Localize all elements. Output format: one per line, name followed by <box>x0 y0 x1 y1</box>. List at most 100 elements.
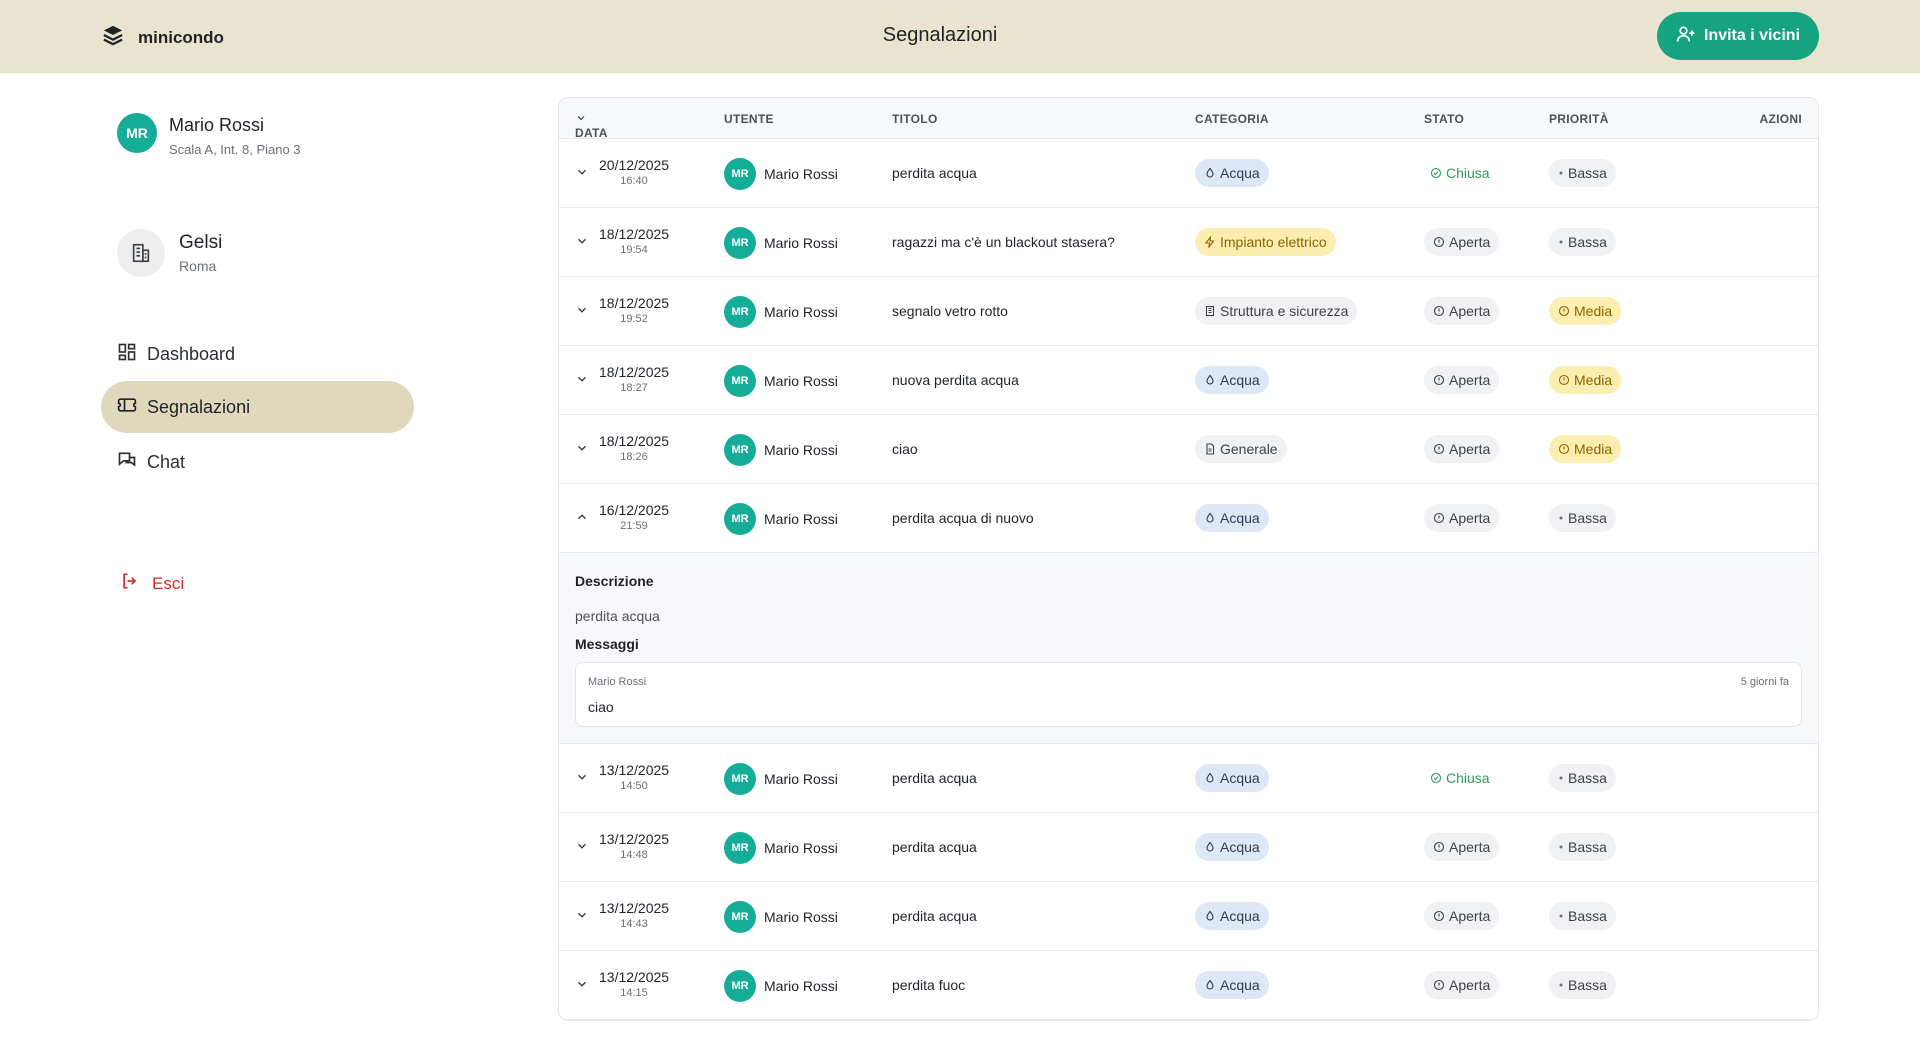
priority-badge: Bassa <box>1549 764 1616 792</box>
chevron-down-icon[interactable] <box>575 234 589 248</box>
column-header-titolo: TITOLO <box>892 112 938 126</box>
user-address: Scala A, Int. 8, Piano 3 <box>169 142 301 157</box>
column-header-utente: UTENTE <box>724 112 774 126</box>
reports-table: DATA UTENTE TITOLO CATEGORIA STATO PRIOR… <box>558 97 1819 1021</box>
row-date: 16/12/2025 21:59 <box>599 502 669 532</box>
logout-label: Esci <box>152 573 185 593</box>
chevron-down-icon[interactable] <box>575 908 589 922</box>
category-badge: Impianto elettrico <box>1195 228 1336 256</box>
row-date: 18/12/2025 19:52 <box>599 295 669 325</box>
category-label: Struttura e sicurezza <box>1220 303 1349 319</box>
row-title: segnalo vetro rotto <box>892 303 1008 319</box>
info-circle-icon <box>1558 443 1570 455</box>
category-label: Acqua <box>1220 977 1260 993</box>
nav-item-dashboard[interactable]: Dashboard <box>101 328 414 380</box>
row-user: MR Mario Rossi <box>724 970 838 1002</box>
column-header-data[interactable]: DATA <box>575 112 607 140</box>
priority-badge: Media <box>1549 297 1622 325</box>
column-header-label: DATA <box>575 126 608 140</box>
chevron-up-icon[interactable] <box>575 510 589 524</box>
invite-neighbors-button[interactable]: Invita i vicini <box>1657 12 1819 60</box>
logout-button[interactable]: Esci <box>120 571 184 596</box>
nav-item-chat[interactable]: Chat <box>101 436 414 488</box>
chevron-down-icon[interactable] <box>575 165 589 179</box>
info-circle-icon <box>1433 841 1445 853</box>
row-user-name: Mario Rossi <box>764 511 838 527</box>
category-badge: Acqua <box>1195 159 1269 187</box>
status-badge: Aperta <box>1424 504 1500 532</box>
table-row[interactable]: 20/12/2025 16:40 MR Mario Rossi perdita … <box>559 139 1818 208</box>
category-label: Acqua <box>1220 372 1260 388</box>
check-circle-icon <box>1430 772 1442 784</box>
row-title: ciao <box>892 441 918 457</box>
chevron-down-icon[interactable] <box>575 839 589 853</box>
logout-icon <box>120 571 140 596</box>
chevron-down-icon[interactable] <box>575 303 589 317</box>
priority-badge: Bassa <box>1549 159 1616 187</box>
avatar: MR <box>724 503 756 535</box>
status-label: Aperta <box>1449 303 1491 319</box>
info-circle-icon <box>1433 910 1445 922</box>
info-circle-icon <box>1433 443 1445 455</box>
status-label: Aperta <box>1449 977 1491 993</box>
table-row[interactable]: 18/12/2025 18:27 MR Mario Rossi nuova pe… <box>559 346 1818 415</box>
row-user: MR Mario Rossi <box>724 365 838 397</box>
avatar: MR <box>724 763 756 795</box>
table-row[interactable]: 13/12/2025 14:43 MR Mario Rossi perdita … <box>559 882 1818 951</box>
nav-item-label: Dashboard <box>147 343 236 364</box>
priority-badge: Bassa <box>1549 228 1616 256</box>
row-title: perdita acqua <box>892 770 977 786</box>
status-label: Aperta <box>1449 839 1491 855</box>
row-title: perdita acqua <box>892 165 977 181</box>
row-title: perdita acqua <box>892 908 977 924</box>
table-row[interactable]: 13/12/2025 14:50 MR Mario Rossi perdita … <box>559 744 1818 813</box>
row-title: perdita fuoc <box>892 977 966 993</box>
bolt-icon <box>1204 236 1216 248</box>
row-title: nuova perdita acqua <box>892 372 1019 388</box>
table-row[interactable]: 13/12/2025 14:15 MR Mario Rossi perdita … <box>559 951 1818 1020</box>
row-user-name: Mario Rossi <box>764 442 838 458</box>
table-row[interactable]: 18/12/2025 18:26 MR Mario Rossi ciao Gen… <box>559 415 1818 484</box>
droplet-icon <box>1204 167 1216 179</box>
droplet-icon <box>1204 772 1216 784</box>
avatar: MR <box>724 901 756 933</box>
avatar: MR <box>117 113 157 153</box>
building-selector[interactable]: Gelsi Roma <box>117 229 222 277</box>
chevron-down-icon[interactable] <box>575 977 589 991</box>
status-label: Chiusa <box>1446 770 1490 786</box>
status-badge: Aperta <box>1424 435 1500 463</box>
category-label: Acqua <box>1220 165 1260 181</box>
info-circle-icon <box>1433 512 1445 524</box>
table-row[interactable]: 18/12/2025 19:52 MR Mario Rossi segnalo … <box>559 277 1818 346</box>
column-header-stato: STATO <box>1424 112 1465 126</box>
table-row[interactable]: 16/12/2025 21:59 MR Mario Rossi perdita … <box>559 484 1818 553</box>
chevron-down-icon[interactable] <box>575 372 589 386</box>
table-row[interactable]: 13/12/2025 14:48 MR Mario Rossi perdita … <box>559 813 1818 882</box>
row-date-day: 18/12/2025 <box>599 295 670 311</box>
message-item: Mario Rossi 5 giorni fa ciao <box>575 662 1802 727</box>
row-user-name: Mario Rossi <box>764 304 838 320</box>
priority-label: Bassa <box>1568 839 1607 855</box>
row-user: MR Mario Rossi <box>724 296 838 328</box>
priority-label: Bassa <box>1568 510 1607 526</box>
droplet-icon <box>1204 841 1216 853</box>
avatar: MR <box>724 832 756 864</box>
row-user: MR Mario Rossi <box>724 158 838 190</box>
row-date-time: 18:27 <box>620 382 648 394</box>
info-circle-icon <box>1558 305 1570 317</box>
row-user-name: Mario Rossi <box>764 909 838 925</box>
row-date-day: 13/12/2025 <box>599 762 670 778</box>
category-label: Acqua <box>1220 770 1260 786</box>
nav-item-segnalazioni[interactable]: Segnalazioni <box>101 381 414 433</box>
description-text: perdita acqua <box>575 608 660 624</box>
avatar: MR <box>724 434 756 466</box>
info-circle-icon <box>1433 979 1445 991</box>
row-title: perdita acqua di nuovo <box>892 510 1034 526</box>
row-user-name: Mario Rossi <box>764 840 838 856</box>
check-circle-icon <box>1430 167 1442 179</box>
status-label: Aperta <box>1449 372 1491 388</box>
chevron-down-icon[interactable] <box>575 441 589 455</box>
table-row[interactable]: 18/12/2025 19:54 MR Mario Rossi ragazzi … <box>559 208 1818 277</box>
chevron-down-icon[interactable] <box>575 770 589 784</box>
category-badge: Acqua <box>1195 764 1269 792</box>
